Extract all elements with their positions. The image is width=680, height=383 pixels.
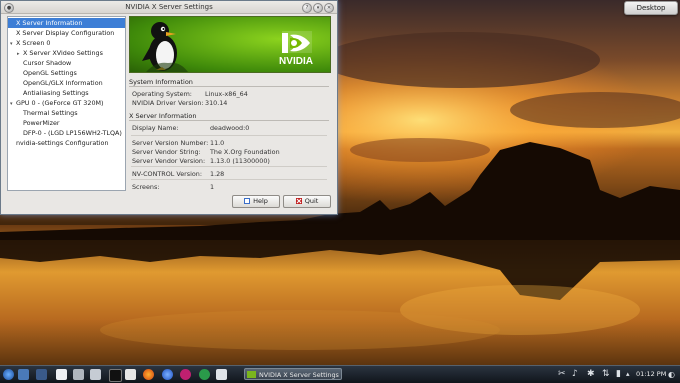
nv-control-version-label: NV-CONTROL Version: <box>132 170 202 178</box>
section-divider <box>129 86 329 87</box>
quit-button[interactable]: Quit <box>283 195 331 208</box>
help-button-label: Help <box>253 197 268 205</box>
clock[interactable]: 01:12 PM <box>636 366 666 383</box>
nvidia-banner: NVIDIA <box>129 16 331 73</box>
vendor-version-value: 1.13.0 (11300000) <box>210 157 270 165</box>
system-information-title: System Information <box>129 78 193 86</box>
tree-item-label: OpenGL Settings <box>23 69 77 77</box>
task-label: NVIDIA X Server Settings <box>259 371 339 379</box>
minimize-icon[interactable]: ▾ <box>313 3 323 13</box>
screens-label: Screens: <box>132 183 160 191</box>
separator <box>131 179 327 180</box>
nvidia-settings-window: ● NVIDIA X Server Settings ? ▾ ✕ X Serve… <box>0 0 338 215</box>
help-icon[interactable]: ? <box>302 3 312 13</box>
tree-item-x-server-display-configuration[interactable]: X Server Display Configuration <box>8 28 114 38</box>
quit-button-label: Quit <box>304 197 319 205</box>
tree-item-cursor-shadow[interactable]: Cursor Shadow <box>8 58 71 68</box>
document-icon[interactable] <box>56 369 67 380</box>
tree-item-label: Antialiasing Settings <box>23 89 89 97</box>
home-folder-icon[interactable] <box>18 369 29 380</box>
close-icon[interactable]: ✕ <box>324 3 334 13</box>
driver-version-label: NVIDIA Driver Version: <box>132 99 204 107</box>
server-version-value: 11.0 <box>210 139 225 147</box>
tree-item-xvideo-settings[interactable]: ▸ X Server XVideo Settings <box>8 48 103 58</box>
battery-icon[interactable]: ▮ <box>616 367 621 382</box>
network-icon[interactable]: ⇅ <box>602 367 610 382</box>
screens-value: 1 <box>210 183 215 191</box>
server-vendor-value: The X.Org Foundation <box>210 148 280 156</box>
tree-item-label: X Server Display Configuration <box>16 29 115 37</box>
firefox-icon[interactable] <box>143 369 154 380</box>
tree-item-powermizer[interactable]: PowerMizer <box>8 118 60 128</box>
chat-icon[interactable] <box>199 369 210 380</box>
file-manager-icon[interactable] <box>90 369 101 380</box>
monitor-icon[interactable] <box>73 369 84 380</box>
tree-item-label: OpenGL/GLX Information <box>23 79 103 87</box>
tree-item-opengl-glx-information[interactable]: OpenGL/GLX Information <box>8 78 103 88</box>
tree-item-label: X Screen 0 <box>16 39 51 47</box>
desktop-switcher-icon[interactable] <box>36 369 47 380</box>
display-name-label: Display Name: <box>132 124 179 132</box>
panel-toolbox-icon[interactable]: ◐ <box>668 367 675 382</box>
server-vendor-label: Server Vendor String: <box>132 148 201 156</box>
vendor-version-label: Server Vendor Version: <box>132 157 206 165</box>
help-icon <box>244 198 251 204</box>
nvidia-icon <box>247 371 256 378</box>
tree-item-thermal-settings[interactable]: Thermal Settings <box>8 108 78 118</box>
task-nvidia-settings[interactable]: NVIDIA X Server Settings <box>244 368 342 380</box>
taskbar: NVIDIA X Server Settings ✂ ♪ ✱ ⇅ ▮ ▴ 01:… <box>0 365 680 383</box>
tree-item-antialiasing-settings[interactable]: Antialiasing Settings <box>8 88 89 98</box>
tools-icon[interactable]: ✂ <box>558 367 566 382</box>
section-divider <box>129 120 329 121</box>
kde-menu-icon[interactable] <box>3 369 14 380</box>
separator <box>131 135 327 136</box>
tree-item-opengl-settings[interactable]: OpenGL Settings <box>8 68 77 78</box>
window-title: NVIDIA X Server Settings <box>125 3 213 11</box>
penguin-icon <box>142 22 188 72</box>
driver-version-value: 310.14 <box>205 99 228 107</box>
tray-expand-icon[interactable]: ▴ <box>626 367 630 382</box>
server-version-label: Server Version Number: <box>132 139 209 147</box>
settings-icon[interactable] <box>216 369 227 380</box>
tree-item-x-server-information[interactable]: X Server Information <box>8 18 125 28</box>
media-player-icon[interactable] <box>180 369 191 380</box>
tree-item-dfp-0[interactable]: DFP-0 - (LGD LP156WH2-TLQA) <box>8 128 122 138</box>
tree-item-label: PowerMizer <box>23 119 60 127</box>
separator <box>131 166 327 167</box>
os-value: Linux-x86_64 <box>205 90 248 98</box>
desktop-widget-button[interactable]: Desktop <box>624 1 678 15</box>
nv-control-version-value: 1.28 <box>210 170 225 178</box>
x-server-information-title: X Server Information <box>129 112 197 120</box>
display-name-value: deadwood:0 <box>210 124 250 132</box>
nvidia-logo: NVIDIA <box>279 31 313 67</box>
quit-icon <box>295 198 302 204</box>
tree-item-label: Thermal Settings <box>23 109 78 117</box>
terminal-icon[interactable] <box>109 369 122 382</box>
volume-icon[interactable]: ♪ <box>572 367 578 382</box>
browser-icon[interactable] <box>162 369 173 380</box>
tree-item-nvidia-settings-configuration[interactable]: nvidia-settings Configuration <box>8 138 109 148</box>
bluetooth-icon[interactable]: ✱ <box>587 367 595 382</box>
tree-item-x-screen-0[interactable]: ▾ X Screen 0 <box>8 38 50 48</box>
tree-item-label: nvidia-settings Configuration <box>16 139 109 147</box>
tree-item-label: X Server Information <box>16 19 83 27</box>
tree-item-label: DFP-0 - (LGD LP156WH2-TLQA) <box>23 129 122 137</box>
os-label: Operating System: <box>132 90 192 98</box>
help-button[interactable]: Help <box>232 195 280 208</box>
tree-item-label: Cursor Shadow <box>23 59 72 67</box>
editor-icon[interactable] <box>125 369 136 380</box>
tree-item-gpu-0[interactable]: ▾ GPU 0 - (GeForce GT 320M) <box>8 98 104 108</box>
tree-item-label: X Server XVideo Settings <box>23 49 103 57</box>
window-titlebar[interactable]: ● NVIDIA X Server Settings ? ▾ ✕ <box>1 1 337 14</box>
tree-item-label: GPU 0 - (GeForce GT 320M) <box>16 99 104 107</box>
navigation-tree: X Server Information X Server Display Co… <box>7 16 126 191</box>
nvidia-logo-text: NVIDIA <box>279 56 313 67</box>
